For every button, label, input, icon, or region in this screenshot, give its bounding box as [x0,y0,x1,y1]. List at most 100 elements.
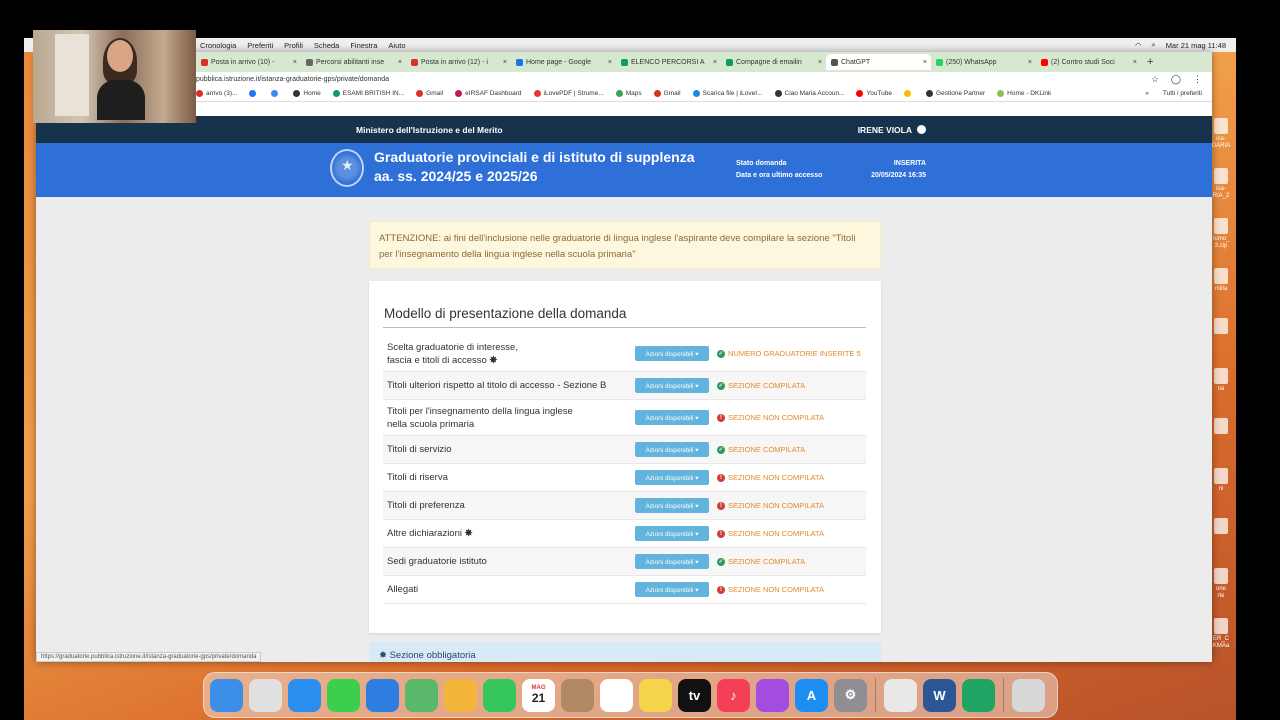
desktop-file[interactable] [1210,418,1232,436]
tab-close-icon[interactable]: × [713,59,717,66]
finder-icon[interactable] [210,678,243,712]
tab-close-icon[interactable]: × [608,59,612,66]
messages-icon[interactable] [327,678,360,712]
actions-dropdown-button[interactable]: Azioni disponibili ▾ [635,498,709,513]
bookmark-item[interactable]: Ciao Maria Accoun... [774,90,844,97]
desktop-file[interactable]: milla [1210,268,1232,293]
actions-dropdown-button[interactable]: Azioni disponibili ▾ [635,554,709,569]
chrome-icon[interactable] [884,678,917,712]
maps-icon[interactable] [405,678,438,712]
actions-dropdown-button[interactable]: Azioni disponibili ▾ [635,442,709,457]
bookmark-item[interactable]: Scarica file | iLoveI... [692,90,763,97]
menu-item[interactable]: Scheda [314,41,339,50]
reminders-icon[interactable] [600,678,633,712]
safari-icon[interactable] [288,678,321,712]
tab-close-icon[interactable]: × [293,59,297,66]
word-icon[interactable]: W [923,678,956,712]
tab-label: Compagne di emailin [736,58,802,66]
mail-icon[interactable] [366,678,399,712]
menu-item[interactable]: Finestra [350,41,377,50]
launchpad-icon[interactable] [249,678,282,712]
bookmark-favicon-icon [455,90,463,97]
desktop-file[interactable]: ica- DARIA [1210,118,1232,150]
desktop-file[interactable]: ica- RIA_2 [1210,168,1232,200]
actions-dropdown-button[interactable]: Azioni disponibili ▾ [635,346,709,361]
bookmark-item[interactable]: Maps [615,90,642,97]
photos-icon[interactable] [444,678,477,712]
user-menu[interactable]: IRENE VIOLA [858,125,926,135]
browser-tab[interactable]: Home page - Google × [511,54,616,70]
contacts-icon[interactable] [561,678,594,712]
tab-close-icon[interactable]: × [1133,59,1137,66]
actions-dropdown-button[interactable]: Azioni disponibili ▾ [635,470,709,485]
browser-tab[interactable]: ELENCO PERCORSI A × [616,54,721,70]
trash-icon[interactable] [1012,678,1045,712]
notes-icon[interactable] [639,678,672,712]
browser-tab[interactable]: Posta in arrivo (10) - × [196,54,301,70]
appstore-icon[interactable]: A [795,678,828,712]
bookmark-item[interactable]: YouTube [856,90,892,97]
tab-close-icon[interactable]: × [503,59,507,66]
desktop-file[interactable]: rumo_ 3.zip [1210,218,1232,250]
tab-close-icon[interactable]: × [398,59,402,66]
desktop-file[interactable]: ER_C KMAa [1210,618,1232,650]
browser-tab[interactable]: (2) Contro studi Soci × [1036,54,1141,70]
tab-favicon-icon [726,58,733,66]
tab-close-icon[interactable]: × [923,59,927,66]
clock[interactable]: Mar 21 mag 11:48 [1166,41,1226,50]
menu-item[interactable]: Aiuto [388,41,405,50]
bookmark-item[interactable]: iLovePDF | Strume... [533,90,604,97]
profile-icon[interactable]: ◯ [1171,74,1181,85]
desktop-file[interactable]: one rte [1210,568,1232,600]
bookmark-item[interactable]: eIRSAF Dashboard [455,90,522,97]
menu-item[interactable]: Cronologia [200,41,236,50]
desktop-file[interactable] [1210,518,1232,536]
bookmark-item[interactable]: Gestione Partner [926,90,985,97]
bookmark-item[interactable]: Gmail [416,90,443,97]
user-name[interactable]: IRENE VIOLA [858,125,912,135]
actions-dropdown-button[interactable]: Azioni disponibili ▾ [635,582,709,597]
all-bookmarks-link[interactable]: Tutti i preferiti [1163,90,1202,97]
menu-item[interactable]: Profili [284,41,303,50]
bookmark-item[interactable] [904,90,914,97]
address-bar[interactable]: pubblica.istruzione.it/istanza-graduator… [36,72,1212,86]
url-text[interactable]: pubblica.istruzione.it/istanza-graduator… [196,76,389,83]
browser-tab[interactable]: ChatGPT × [826,54,931,70]
tv-icon[interactable]: tv [678,678,711,712]
desktop-file[interactable] [1210,318,1232,336]
bookmark-favicon-icon [774,90,782,97]
actions-dropdown-button[interactable]: Azioni disponibili ▾ [635,526,709,541]
bookmark-item[interactable] [271,90,281,97]
desktop-file[interactable]: na [1210,368,1232,393]
browser-tab[interactable]: Compagne di emailin × [721,54,826,70]
user-icon[interactable] [917,125,926,134]
bookmark-item[interactable]: ESAMI BRITISH IN... [332,90,404,97]
browser-tab[interactable]: (250) WhatsApp × [931,54,1036,70]
tab-close-icon[interactable]: × [1028,59,1032,66]
menu-item[interactable]: Preferiti [247,41,273,50]
bookmark-item[interactable]: Home [293,90,321,97]
actions-dropdown-button[interactable]: Azioni disponibili ▾ [635,378,709,393]
calendar-icon[interactable]: MAG 21 [522,678,555,712]
bookmark-star-icon[interactable]: ☆ [1151,74,1159,85]
browser-tab[interactable]: Posta in arrivo (12) - i × [406,54,511,70]
browser-tab[interactable]: Percorsi abilitanti inse × [301,54,406,70]
ministry-name[interactable]: Ministero dell'Istruzione e del Merito [356,125,503,135]
tab-close-icon[interactable]: × [818,59,822,66]
menu-dots-icon[interactable]: ⋮ [1193,74,1202,85]
wifi-icon[interactable]: ◠ [1135,41,1142,50]
music-icon[interactable]: ♪ [717,678,750,712]
bookmark-item[interactable]: Gmail [653,90,681,97]
app-icon[interactable] [962,678,995,712]
podcasts-icon[interactable] [756,678,789,712]
settings-icon[interactable]: ⚙ [834,678,867,712]
facetime-icon[interactable] [483,678,516,712]
new-tab-icon[interactable]: + [1147,56,1153,68]
bookmark-item[interactable]: Home - DKLink [997,90,1051,97]
search-icon[interactable]: ⌕ [1151,40,1155,50]
bookmark-item[interactable] [249,90,259,97]
bookmark-item[interactable]: arrivo (3)... [196,90,237,97]
bookmarks-more-icon[interactable]: » [1145,90,1149,97]
desktop-file[interactable]: ni [1210,468,1232,493]
actions-dropdown-button[interactable]: Azioni disponibili ▾ [635,410,709,425]
